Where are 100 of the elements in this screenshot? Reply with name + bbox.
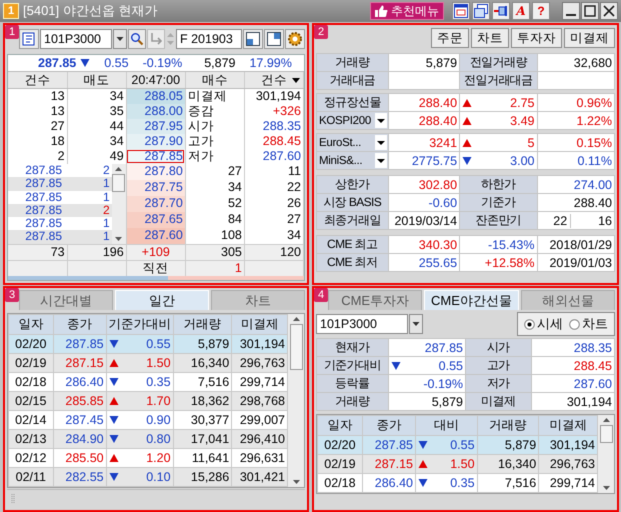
close-icon[interactable] (600, 2, 618, 20)
tab[interactable]: 차트 (211, 290, 305, 310)
table-row[interactable]: 02/15 285.85 1.70 18,362 298,768 (8, 392, 288, 410)
tick-quantity: 2 (102, 164, 111, 178)
tick-price: 287.85 (24, 164, 62, 178)
code-field[interactable]: 101P3000 (40, 28, 112, 48)
scrollbar[interactable] (288, 314, 304, 487)
table-cell: 7,516 (477, 474, 539, 492)
table-cell: 32,680 (574, 56, 612, 70)
price-cell[interactable]: 287.60 (126, 228, 186, 244)
tab[interactable]: CME투자자 (328, 290, 422, 310)
table-cell: 1 (185, 260, 244, 276)
price-cell[interactable]: 287.70 (126, 196, 186, 212)
table-row[interactable]: 02/18 286.40 0.35 7,516 299,714 (8, 372, 288, 392)
up-arrow-icon[interactable] (602, 418, 610, 422)
settings-icon[interactable] (285, 28, 305, 48)
down-arrow-icon[interactable] (602, 486, 610, 490)
column-header: 매도 (84, 72, 110, 86)
code-field[interactable]: 101P3000 (316, 314, 408, 334)
down-arrow-icon[interactable] (292, 480, 300, 484)
table-row[interactable]: 02/20 287.85 0.55 5,879 301,194 (8, 334, 288, 354)
tab[interactable]: 시간대별 (19, 290, 113, 310)
action-button[interactable]: 투자자 (511, 28, 562, 48)
price-cell[interactable]: 287.65 (126, 212, 186, 228)
dropdown-icon[interactable] (374, 153, 387, 168)
column-header: 건수 (260, 72, 287, 86)
table-row[interactable]: 02/19 287.15 1.50 16,340 296,763 (8, 354, 288, 372)
total-cell: 305 (185, 244, 244, 260)
row-label: 시가 (185, 119, 244, 134)
table-cell: 0.15% (537, 134, 614, 152)
table-cell: 1.70 (146, 394, 171, 408)
price-cell[interactable]: 288.05 (126, 88, 186, 104)
split-view-icon[interactable] (243, 28, 263, 48)
radio-button[interactable] (524, 318, 535, 330)
action-button[interactable]: 차트 (471, 28, 509, 48)
table-row[interactable]: 02/20 287.85 0.55 5,879 301,194 (318, 436, 598, 454)
minimize-icon[interactable] (562, 2, 580, 20)
scroll-thumb[interactable] (600, 425, 612, 443)
radio-label[interactable]: 시세 (537, 315, 563, 333)
table-cell-text: 16 (597, 214, 613, 228)
split-view-icon[interactable] (264, 28, 284, 48)
scroll-thumb[interactable] (290, 324, 302, 370)
table-cell: 27 (185, 164, 244, 180)
table-cell: 2.75 (510, 96, 534, 110)
action-button[interactable]: 미결제 (564, 28, 615, 48)
dropdown-icon[interactable] (113, 28, 127, 48)
price-cell[interactable]: 287.80 (126, 164, 186, 180)
scrollbar[interactable] (112, 164, 126, 244)
price-cell[interactable]: 287.75 (126, 180, 186, 196)
contract-field[interactable]: F 201903 (176, 28, 242, 48)
table-row[interactable]: 02/19 287.15 1.50 16,340 296,763 (318, 454, 598, 474)
action-button[interactable]: 주문 (431, 28, 469, 48)
price-cell[interactable]: 287.90 (126, 134, 186, 149)
table-row[interactable]: 02/18 286.40 0.35 7,516 299,714 (318, 474, 598, 492)
table-cell: 274.00 (537, 176, 614, 194)
grip-icon[interactable] (11, 493, 15, 505)
table-row[interactable]: 02/11 282.55 0.10 15,286 301,421 (8, 468, 288, 486)
recommend-menu-button[interactable]: 추천메뉴 (370, 2, 444, 20)
pin-icon[interactable] (492, 2, 510, 20)
table-cell: 1.50 (146, 356, 171, 370)
row-label: 고가 (465, 356, 532, 374)
scroll-thumb[interactable] (112, 174, 126, 192)
row-label: 기준가대비 (316, 356, 388, 374)
tab[interactable]: 해외선물 (520, 290, 615, 310)
document-icon[interactable] (19, 28, 39, 48)
caret-icon[interactable] (292, 78, 300, 83)
tick-quantity: 1 (102, 177, 111, 191)
radio-button[interactable] (569, 318, 580, 330)
layout-icon[interactable] (452, 2, 470, 20)
price-cell[interactable]: 287.85 (126, 149, 186, 164)
table-cell: -15.43% (460, 236, 537, 254)
help-button[interactable]: ? (532, 2, 550, 20)
price-cell[interactable]: 288.00 (126, 104, 186, 119)
table-cell: 2775.75 (388, 152, 460, 170)
row-label: 저가 (185, 149, 244, 164)
dropdown-icon[interactable] (409, 314, 423, 334)
table-cell: 0.10 (146, 470, 171, 484)
tick-quantity: 1 (102, 190, 111, 204)
maximize-icon[interactable] (581, 2, 599, 20)
windows-icon[interactable] (472, 2, 490, 20)
row-label: 시가 (465, 338, 532, 356)
font-button[interactable]: A (512, 2, 530, 20)
volume: 5,879 (204, 56, 236, 70)
tab[interactable]: CME야간선물 (424, 290, 519, 310)
search-icon[interactable] (128, 28, 146, 48)
price-cell[interactable]: 287.95 (126, 119, 186, 134)
tab[interactable]: 일간 (115, 290, 209, 310)
table-cell: 1.50 (450, 457, 475, 471)
table-row[interactable]: 02/12 285.50 1.20 11,641 296,631 (8, 448, 288, 468)
scrollbar[interactable] (598, 415, 614, 493)
table-row[interactable]: 02/14 287.45 0.90 30,377 299,007 (8, 410, 288, 430)
up-arrow-icon[interactable] (292, 317, 300, 321)
up-arrow-icon[interactable] (115, 167, 122, 171)
radio-label[interactable]: 차트 (582, 315, 608, 333)
dropdown-icon[interactable] (374, 113, 387, 128)
dropdown-icon[interactable] (374, 135, 387, 150)
table-cell: 5,879 (432, 394, 463, 408)
tick-price: 287.85 (24, 190, 62, 204)
down-arrow-icon[interactable] (115, 237, 122, 241)
table-row[interactable]: 02/13 284.90 0.80 17,041 296,410 (8, 430, 288, 448)
